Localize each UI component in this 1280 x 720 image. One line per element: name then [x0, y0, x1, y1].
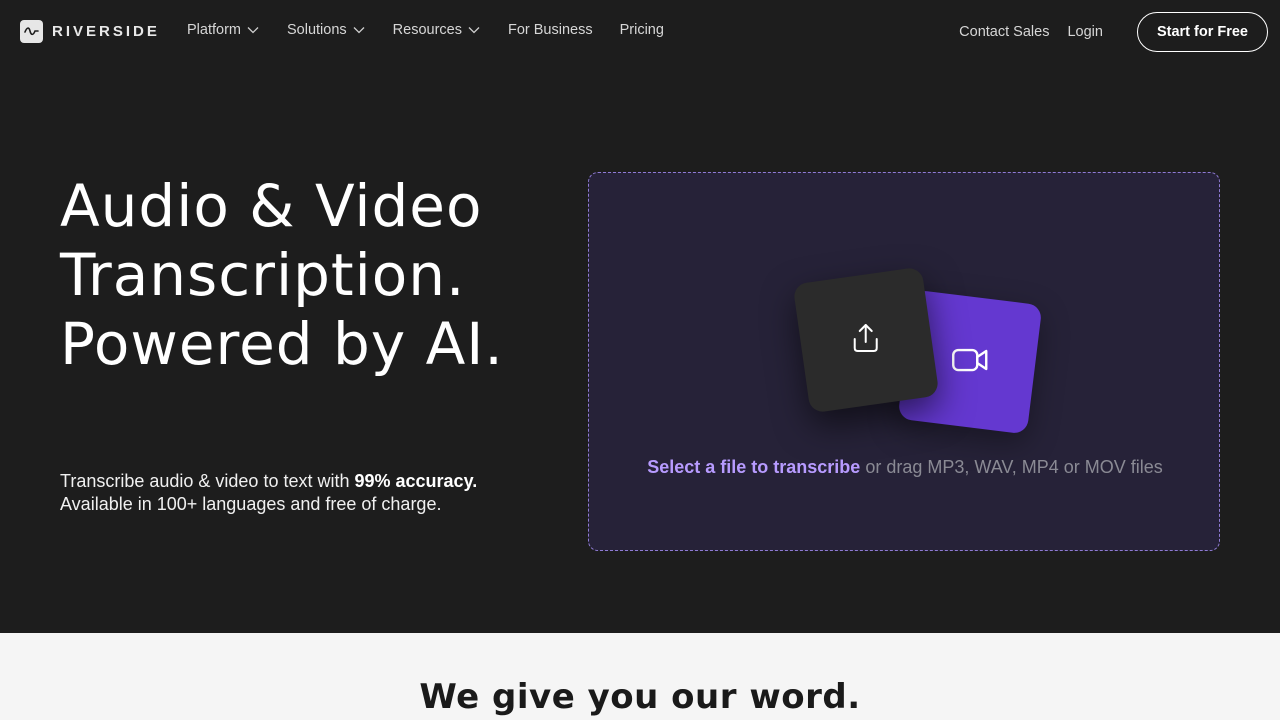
nav-actions: Contact Sales Login Start for Free: [959, 12, 1268, 52]
file-dropzone[interactable]: Select a file to transcribe or drag MP3,…: [588, 172, 1220, 551]
upload-card: [792, 266, 940, 414]
hero-accuracy-highlight: 99% accuracy.: [354, 471, 478, 491]
login-link[interactable]: Login: [1067, 24, 1102, 40]
waveform-icon: [20, 20, 43, 43]
hero-subtitle-prefix: Transcribe audio & video to text with: [60, 471, 355, 491]
brand-logo[interactable]: RIVERSIDE: [20, 20, 160, 43]
testimonial-section: We give you our word.: [0, 633, 1280, 720]
nav-solutions[interactable]: Solutions: [287, 22, 365, 38]
chevron-down-icon: [353, 26, 365, 34]
nav-for-business-label: For Business: [507, 22, 593, 38]
nav-pricing-label: Pricing: [619, 22, 664, 38]
hero-subtitle-languages: Available in 100+ languages and free of …: [60, 494, 442, 514]
chevron-down-icon: [247, 26, 259, 34]
hero-title: Audio & Video Transcription. Powered by …: [60, 172, 504, 378]
video-camera-icon: [948, 341, 992, 383]
chevron-down-icon: [468, 26, 480, 34]
hero-subtitle: Transcribe audio & video to text with 99…: [60, 470, 530, 516]
upload-icon: [846, 318, 885, 361]
nav-resources-label: Resources: [392, 22, 462, 38]
contact-sales-link[interactable]: Contact Sales: [959, 24, 1049, 40]
start-for-free-button[interactable]: Start for Free: [1136, 12, 1268, 52]
section-title: We give you our word.: [419, 677, 861, 717]
nav-solutions-label: Solutions: [287, 22, 347, 38]
nav-resources[interactable]: Resources: [393, 22, 480, 38]
nav-platform[interactable]: Platform: [187, 22, 259, 38]
nav-pricing[interactable]: Pricing: [620, 22, 664, 38]
select-file-link[interactable]: Select a file to transcribe: [647, 457, 860, 477]
dropzone-instructions: Select a file to transcribe or drag MP3,…: [589, 457, 1221, 478]
dropzone-hint: or drag MP3, WAV, MP4 or MOV files: [860, 457, 1163, 477]
nav-for-business[interactable]: For Business: [508, 22, 593, 38]
top-navigation: RIVERSIDE Platform Solutions Resources F…: [0, 0, 1280, 64]
nav-platform-label: Platform: [187, 22, 241, 38]
main-nav-links: Platform Solutions Resources For Busines…: [187, 22, 664, 38]
brand-name: RIVERSIDE: [52, 23, 160, 40]
